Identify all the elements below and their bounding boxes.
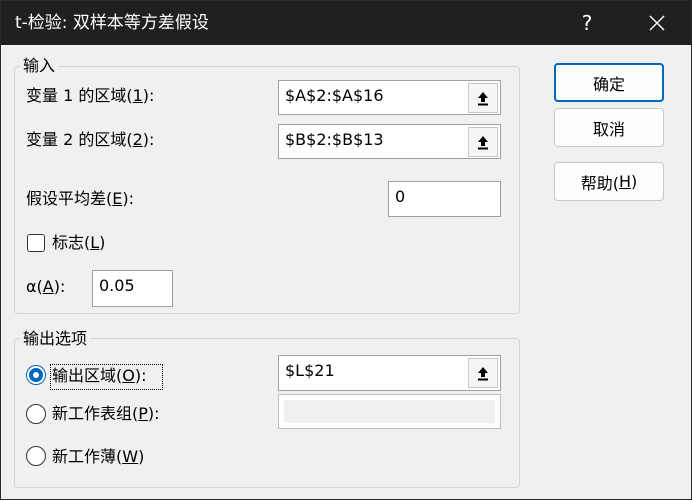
range1-label: 变量 1 的区域(1): [26, 86, 155, 105]
output-range-label[interactable]: 输出区域(O): [52, 366, 146, 386]
labels-checkbox-label[interactable]: 标志(L) [52, 233, 105, 253]
output-range-input[interactable]: $L$21 [278, 355, 501, 391]
new-sheet-input[interactable] [278, 394, 501, 429]
cancel-button[interactable]: 取消 [554, 108, 664, 147]
dialog-title: t-检验: 双样本等方差假设 [15, 13, 209, 33]
help-button[interactable]: 帮助(H) [554, 162, 664, 201]
output-range-ref-button[interactable] [468, 358, 498, 388]
arrow-up-collapse-icon [478, 367, 488, 381]
input-group-legend: 输入 [20, 56, 59, 76]
range1-input[interactable]: $A$2:$A$16 [278, 80, 501, 115]
mean-diff-label: 假设平均差(E): [26, 189, 134, 208]
close-button[interactable] [627, 1, 687, 45]
range1-ref-button[interactable] [468, 83, 498, 113]
mean-diff-input[interactable]: 0 [388, 181, 501, 217]
range2-ref-button[interactable] [468, 127, 498, 157]
new-sheet-input-disabled-fill [284, 400, 495, 423]
new-sheet-radio[interactable] [26, 404, 46, 424]
title-bar: t-检验: 双样本等方差假设 ? [1, 1, 691, 45]
arrow-up-collapse-icon [478, 92, 488, 106]
close-icon [649, 15, 665, 31]
output-group-legend: 输出选项 [20, 329, 91, 349]
alpha-label: α(A): [26, 277, 66, 296]
new-workbook-label[interactable]: 新工作薄(W) [52, 447, 144, 467]
dialog-window: t-检验: 双样本等方差假设 ? 输入 变量 1 的区域(1): $A$2:$A… [0, 0, 692, 500]
output-range-radio[interactable] [26, 365, 46, 385]
new-workbook-radio[interactable] [26, 446, 46, 466]
ok-button[interactable]: 确定 [554, 63, 664, 102]
labels-checkbox[interactable] [27, 234, 45, 252]
arrow-up-collapse-icon [478, 136, 488, 150]
new-sheet-label[interactable]: 新工作表组(P): [52, 404, 160, 424]
range2-input[interactable]: $B$2:$B$13 [278, 124, 501, 159]
help-title-button[interactable]: ? [557, 1, 617, 45]
alpha-input[interactable]: 0.05 [92, 270, 173, 307]
range2-label: 变量 2 的区域(2): [26, 130, 155, 149]
